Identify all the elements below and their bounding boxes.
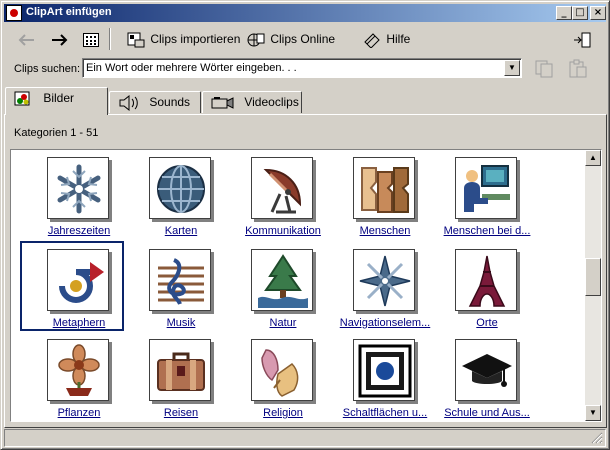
clip-schule-und-ausbildung-label[interactable]: Schule und Aus... — [429, 407, 545, 419]
minimize-button[interactable]: _ — [556, 6, 572, 20]
clip-menschen-label[interactable]: Menschen — [327, 225, 443, 237]
clip-metaphern-label[interactable]: Metaphern — [21, 317, 137, 329]
search-input[interactable] — [85, 60, 503, 76]
maximize-button[interactable]: □ — [572, 6, 588, 20]
clip-musik[interactable]: Musik — [123, 242, 225, 330]
clip-kommunikation-label[interactable]: Kommunikation — [225, 225, 341, 237]
change-window-size-icon — [574, 32, 591, 48]
clip-menschen-bei-der-arbeit[interactable]: Menschen bei d... — [429, 150, 531, 238]
clip-religion-label[interactable]: Religion — [225, 407, 341, 419]
clip-schaltflaechen-label[interactable]: Schaltflächen u... — [327, 407, 443, 419]
treble-clef-icon — [149, 249, 211, 311]
copy-button[interactable] — [533, 59, 555, 82]
search-dropdown-button[interactable]: ▼ — [504, 60, 520, 76]
clips-online-button[interactable]: Clips Online — [245, 28, 335, 50]
pictures-icon — [14, 91, 30, 106]
clip-jahreszeiten-label[interactable]: Jahreszeiten — [21, 225, 137, 237]
paste-button[interactable] — [567, 59, 589, 82]
help-book-icon — [364, 33, 380, 48]
clip-schule-und-ausbildung[interactable]: Schule und Aus... — [429, 332, 531, 420]
camera-icon — [211, 96, 234, 109]
tab-bilder-label: Bilder — [43, 91, 75, 105]
forward-button[interactable] — [51, 28, 71, 50]
clip-karten[interactable]: Karten — [123, 150, 225, 238]
import-clips-button[interactable]: Clips importieren — [127, 28, 240, 50]
close-button[interactable]: × — [590, 6, 606, 20]
metaphor-arrow-icon — [47, 249, 109, 311]
button-icon — [353, 339, 415, 401]
compass-star-icon — [353, 249, 415, 311]
graduation-cap-icon — [455, 339, 517, 401]
clip-navigationselemente-label[interactable]: Navigationselem... — [327, 317, 443, 329]
praying-hands-icon — [251, 339, 313, 401]
people-icon — [353, 157, 415, 219]
change-window-size-button[interactable] — [573, 28, 593, 50]
clip-kommunikation[interactable]: Kommunikation — [225, 150, 327, 238]
clip-natur-label[interactable]: Natur — [225, 317, 341, 329]
help-label: Hilfe — [386, 32, 411, 46]
tree-icon — [251, 249, 313, 311]
suitcase-icon — [149, 339, 211, 401]
clipart-window: ClipArt einfügen _ □ × Clips importieren… — [0, 0, 610, 450]
view-button[interactable] — [83, 28, 101, 50]
tab-sounds[interactable]: Sounds — [109, 91, 201, 113]
flower-icon — [47, 339, 109, 401]
clip-schaltflaechen[interactable]: Schaltflächen u... — [327, 332, 429, 420]
paste-icon — [569, 59, 587, 78]
clip-reisen-label[interactable]: Reisen — [123, 407, 239, 419]
title-bar[interactable]: ClipArt einfügen _ □ × — [4, 4, 606, 22]
clip-pflanzen[interactable]: Pflanzen — [21, 332, 123, 420]
scroll-down-button[interactable]: ▼ — [585, 405, 601, 421]
help-button[interactable]: Hilfe — [363, 28, 410, 50]
resize-grip-icon[interactable] — [591, 432, 603, 444]
clip-metaphern[interactable]: Metaphern — [20, 241, 124, 331]
clip-orte[interactable]: Orte — [429, 242, 531, 330]
vertical-scrollbar[interactable]: ▲ ▼ — [585, 150, 601, 421]
arrow-right-icon — [52, 34, 68, 46]
clip-grid: Jahreszeiten Karten Kommunikation Mensch… — [11, 150, 583, 421]
tab-videoclips[interactable]: Videoclips — [202, 91, 302, 113]
search-combobox[interactable]: ▼ — [82, 58, 522, 78]
category-count: Kategorien 1 - 51 — [14, 127, 99, 139]
clip-karten-label[interactable]: Karten — [123, 225, 239, 237]
tab-sounds-label: Sounds — [149, 95, 191, 109]
globe-online-icon — [247, 33, 265, 47]
clips-online-label: Clips Online — [270, 32, 336, 46]
satellite-dish-icon — [251, 157, 313, 219]
clip-musik-label[interactable]: Musik — [123, 317, 239, 329]
tab-videoclips-label: Videoclips — [244, 95, 299, 109]
toolbar: Clips importieren Clips Online Hilfe — [5, 26, 605, 54]
clip-gallery: Jahreszeiten Karten Kommunikation Mensch… — [10, 149, 602, 422]
window-title: ClipArt einfügen — [26, 6, 112, 18]
import-icon — [127, 32, 145, 48]
tab-bilder[interactable]: Bilder — [5, 87, 108, 115]
clip-navigationselemente[interactable]: Navigationselem... — [327, 242, 430, 330]
clip-religion[interactable]: Religion — [225, 332, 327, 420]
copy-icon — [535, 60, 553, 78]
speaker-icon — [119, 94, 138, 111]
clip-pflanzen-label[interactable]: Pflanzen — [21, 407, 137, 419]
status-bar — [4, 429, 606, 447]
clip-natur[interactable]: Natur — [225, 242, 327, 330]
person-at-computer-icon — [455, 157, 517, 219]
arrow-left-icon — [18, 34, 34, 46]
snowflake-icon — [47, 157, 109, 219]
clip-jahreszeiten[interactable]: Jahreszeiten — [21, 150, 123, 238]
search-label: Clips suchen: — [14, 63, 81, 75]
clip-menschen-bei-der-arbeit-label[interactable]: Menschen bei d... — [429, 225, 545, 237]
toolbar-separator — [109, 28, 111, 50]
scroll-thumb[interactable] — [585, 258, 601, 296]
clip-reisen[interactable]: Reisen — [123, 332, 225, 420]
back-button[interactable] — [17, 28, 37, 50]
clip-orte-label[interactable]: Orte — [429, 317, 545, 329]
clipart-app-icon — [6, 5, 22, 21]
clip-menschen[interactable]: Menschen — [327, 150, 429, 238]
import-clips-label: Clips importieren — [150, 32, 241, 46]
eiffel-tower-icon — [455, 249, 517, 311]
grid-view-icon — [83, 32, 99, 47]
globe-icon — [149, 157, 211, 219]
scroll-up-button[interactable]: ▲ — [585, 150, 601, 166]
